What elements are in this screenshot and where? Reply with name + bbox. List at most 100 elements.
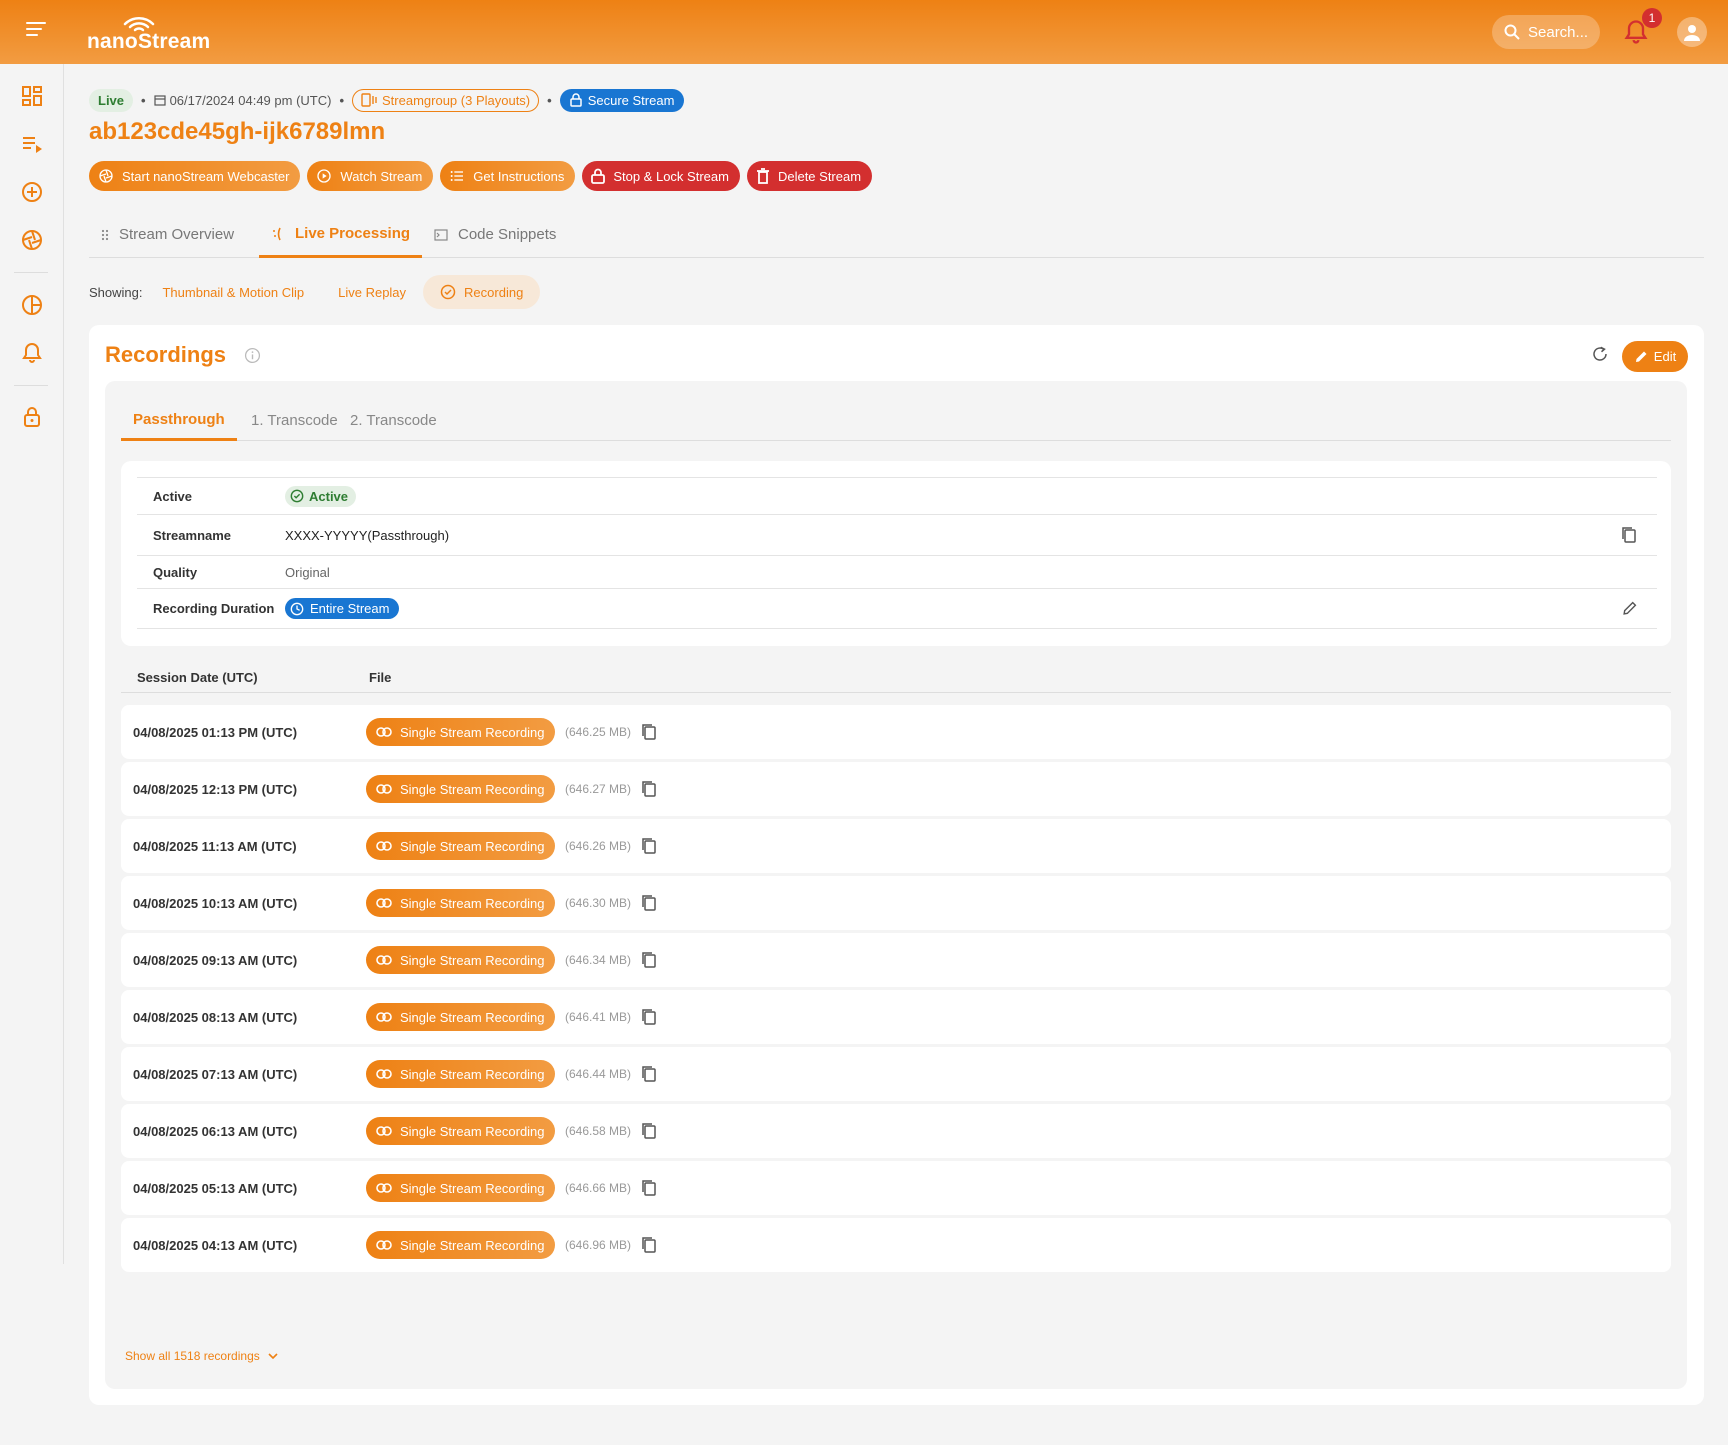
tab-live-processing[interactable]: Live Processing: [259, 212, 423, 258]
copy-icon[interactable]: [641, 894, 657, 912]
session-date: 04/08/2025 01:13 PM (UTC): [133, 724, 298, 740]
stream-date: 06/17/2024 04:49 pm (UTC): [169, 92, 332, 108]
prop-row-duration: Recording Duration Entire Stream: [137, 588, 1657, 629]
link-icon: [376, 784, 392, 794]
trash-icon: [756, 168, 769, 184]
recording-file-label: Single Stream Recording: [400, 1123, 545, 1139]
get-instructions-button[interactable]: Get Instructions: [440, 161, 576, 191]
brand-name: nanoStream: [87, 30, 211, 53]
showing-filter: Showing: Thumbnail & Motion Clip Live Re…: [89, 275, 541, 309]
stop-lock-button[interactable]: Stop & Lock Stream: [582, 161, 740, 191]
session-date: 04/08/2025 11:13 AM (UTC): [133, 838, 297, 854]
edit-button[interactable]: Edit: [1622, 341, 1688, 372]
show-all-recordings-link[interactable]: Show all 1518 recordings: [125, 1349, 278, 1363]
stream-meta: Live • 06/17/2024 04:49 pm (UTC) • Strea…: [89, 88, 685, 112]
copy-icon[interactable]: [1621, 526, 1637, 544]
separator-dot: •: [339, 92, 345, 108]
recording-file-button[interactable]: Single Stream Recording: [366, 1003, 555, 1031]
column-header-file: File: [369, 670, 392, 685]
file-size: (646.27 MB): [565, 782, 632, 796]
start-webcaster-button[interactable]: Start nanoStream Webcaster: [89, 161, 301, 191]
pencil-icon[interactable]: [1622, 601, 1637, 616]
separator-dot: •: [547, 92, 552, 108]
recording-file-button[interactable]: Single Stream Recording: [366, 832, 555, 860]
streamgroup-label: Streamgroup (3 Playouts): [382, 92, 531, 108]
table-row: 04/08/2025 01:13 PM (UTC) Single Stream R…: [121, 705, 1671, 759]
watch-stream-label: Watch Stream: [340, 168, 423, 184]
recording-file-button[interactable]: Single Stream Recording: [366, 775, 555, 803]
search-box[interactable]: Search...: [1492, 15, 1600, 49]
playlist-icon[interactable]: [20, 132, 44, 156]
sidebar: [0, 64, 64, 1264]
top-bar: nanoStream Search... 1: [0, 0, 1728, 64]
bell-icon[interactable]: [20, 341, 44, 365]
recording-file-label: Single Stream Recording: [400, 838, 545, 854]
add-circle-icon[interactable]: [20, 180, 44, 204]
copy-icon[interactable]: [641, 951, 657, 969]
lock-icon[interactable]: [20, 405, 44, 429]
dashboard-icon[interactable]: [20, 84, 44, 108]
link-icon: [376, 841, 392, 851]
recording-file-label: Single Stream Recording: [400, 781, 545, 797]
copy-icon[interactable]: [641, 837, 657, 855]
table-row: 04/08/2025 09:13 AM (UTC) Single Stream R…: [121, 933, 1671, 987]
secure-stream-badge[interactable]: Secure Stream: [559, 88, 685, 112]
prop-value: XXXX-YYYYY(Passthrough): [285, 527, 450, 543]
subtab-transcode-2[interactable]: 2. Transcode: [338, 401, 449, 440]
avatar[interactable]: [1677, 17, 1707, 47]
watch-stream-button[interactable]: Watch Stream: [307, 161, 434, 191]
copy-icon[interactable]: [641, 780, 657, 798]
prop-value: Original: [285, 564, 330, 580]
info-icon[interactable]: [244, 347, 261, 364]
recording-file-button[interactable]: Single Stream Recording: [366, 1174, 555, 1202]
chip-live-replay[interactable]: Live Replay: [321, 275, 423, 309]
sidebar-divider: [14, 272, 48, 273]
show-all-label: Show all 1518 recordings: [125, 1349, 260, 1363]
recording-subtabs: Passthrough 1. Transcode 2. Transcode: [121, 401, 1671, 441]
recording-file-button[interactable]: Single Stream Recording: [366, 1060, 555, 1088]
tab-code-snippets[interactable]: Code Snippets: [422, 212, 568, 257]
recording-file-button[interactable]: Single Stream Recording: [366, 1231, 555, 1259]
recording-file-label: Single Stream Recording: [400, 952, 545, 968]
start-webcaster-label: Start nanoStream Webcaster: [122, 168, 290, 184]
analytics-icon[interactable]: [20, 293, 44, 317]
get-instructions-label: Get Instructions: [473, 168, 565, 184]
main-tabs: Stream Overview Live Processing Code Sni…: [89, 212, 1704, 258]
secure-stream-label: Secure Stream: [587, 92, 675, 108]
recording-file-button[interactable]: Single Stream Recording: [366, 889, 555, 917]
refresh-icon[interactable]: [1591, 345, 1609, 363]
table-row: 04/08/2025 11:13 AM (UTC) Single Stream R…: [121, 819, 1671, 873]
streamgroup-badge[interactable]: Streamgroup (3 Playouts): [352, 88, 540, 112]
table-row: 04/08/2025 10:13 AM (UTC) Single Stream R…: [121, 876, 1671, 930]
recording-file-button[interactable]: Single Stream Recording: [366, 718, 555, 746]
tab-stream-overview[interactable]: Stream Overview: [89, 212, 246, 257]
file-size: (646.26 MB): [565, 839, 632, 853]
chip-thumbnail[interactable]: Thumbnail & Motion Clip: [145, 275, 321, 309]
recording-file-button[interactable]: Single Stream Recording: [366, 1117, 555, 1145]
table-row: 04/08/2025 06:13 AM (UTC) Single Stream R…: [121, 1104, 1671, 1158]
recording-file-label: Single Stream Recording: [400, 1180, 545, 1196]
link-icon: [376, 955, 392, 965]
action-bar: Start nanoStream Webcaster Watch Stream …: [89, 161, 873, 191]
brand-logo[interactable]: nanoStream: [87, 14, 210, 54]
copy-icon[interactable]: [641, 1179, 657, 1197]
copy-icon[interactable]: [641, 723, 657, 741]
subtab-passthrough[interactable]: Passthrough: [121, 401, 237, 441]
copy-icon[interactable]: [641, 1065, 657, 1083]
showing-label: Showing:: [89, 284, 143, 300]
session-date: 04/08/2025 06:13 AM (UTC): [133, 1123, 298, 1139]
aperture-icon[interactable]: [20, 228, 44, 252]
subtab-transcode-1[interactable]: 1. Transcode: [239, 401, 350, 440]
copy-icon[interactable]: [641, 1236, 657, 1254]
session-date: 04/08/2025 04:13 AM (UTC): [133, 1237, 298, 1253]
file-size: (646.30 MB): [565, 896, 632, 910]
lock-icon: [591, 168, 606, 184]
copy-icon[interactable]: [641, 1122, 657, 1140]
file-size: (646.34 MB): [565, 953, 632, 967]
recording-file-button[interactable]: Single Stream Recording: [366, 946, 555, 974]
menu-icon[interactable]: [26, 22, 46, 40]
copy-icon[interactable]: [641, 1008, 657, 1026]
link-icon: [376, 1240, 392, 1250]
delete-stream-button[interactable]: Delete Stream: [746, 161, 873, 191]
chip-recording[interactable]: Recording: [423, 275, 541, 309]
